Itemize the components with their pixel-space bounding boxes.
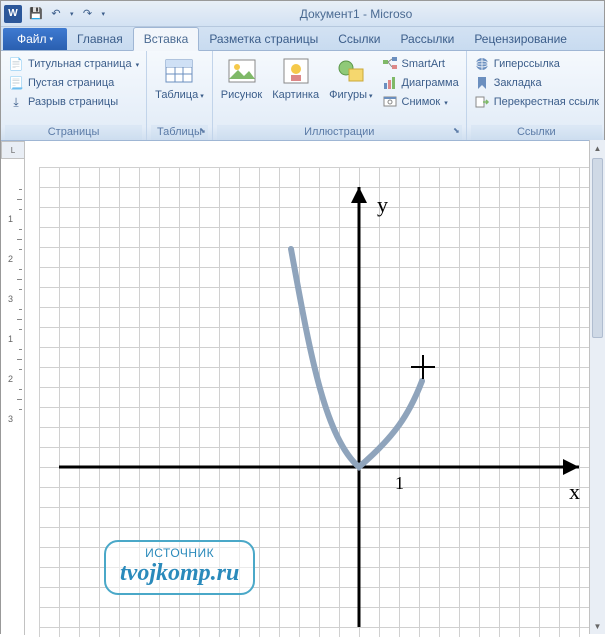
group-links: Гиперссылка Закладка Перекрестная ссылк … — [467, 51, 605, 140]
group-illustrations: Рисунок Картинка Фигуры SmartA — [213, 51, 467, 140]
word-app-icon: W — [4, 5, 22, 23]
group-pages-label: Страницы — [5, 125, 142, 140]
picture-icon — [226, 55, 258, 87]
blank-page-icon: 📃 — [8, 75, 24, 91]
chart-button[interactable]: Диаграмма — [379, 74, 462, 92]
group-pages: 📄 Титульная страница 📃 Пустая страница ⤓… — [1, 51, 147, 140]
quick-access-toolbar: 💾 ↶ ▾ ↷ ▾ — [27, 5, 108, 23]
shapes-button[interactable]: Фигуры — [325, 53, 376, 103]
tab-review[interactable]: Рецензирование — [464, 28, 577, 50]
page-break-label: Разрыв страницы — [28, 96, 118, 108]
group-tables-label: Таблицы — [151, 125, 208, 140]
blank-page-button[interactable]: 📃 Пустая страница — [5, 74, 142, 92]
qat-customize-dropdown[interactable]: ▾ — [99, 5, 109, 23]
bookmark-icon — [474, 75, 490, 91]
smartart-icon — [382, 56, 398, 72]
page-break-button[interactable]: ⤓ Разрыв страницы — [5, 93, 142, 111]
group-links-label: Ссылки — [471, 125, 602, 140]
title-bar: W 💾 ↶ ▾ ↷ ▾ Документ1 - Microso — [1, 1, 604, 27]
picture-label: Рисунок — [221, 89, 263, 101]
clipart-icon — [280, 55, 312, 87]
y-axis-label: y — [377, 192, 388, 217]
smartart-button[interactable]: SmartArt — [379, 55, 462, 73]
chart-icon — [382, 75, 398, 91]
scroll-up-icon[interactable]: ▲ — [590, 140, 605, 156]
chevron-down-icon — [200, 89, 204, 101]
crossref-icon — [474, 94, 490, 110]
hyperlink-button[interactable]: Гиперссылка — [471, 55, 602, 73]
scroll-down-icon[interactable]: ▼ — [590, 618, 605, 634]
shapes-label: Фигуры — [329, 89, 367, 101]
redo-icon[interactable]: ↷ — [79, 5, 97, 23]
chevron-down-icon — [369, 89, 373, 101]
tab-insert[interactable]: Вставка — [133, 27, 200, 51]
window-title: Документ1 - Microso — [108, 7, 604, 21]
crossref-label: Перекрестная ссылк — [494, 96, 599, 108]
vertical-ruler[interactable]: 123123 — [1, 159, 25, 635]
table-icon — [163, 55, 195, 87]
ribbon-tabs: Файл Главная Вставка Разметка страницы С… — [1, 27, 604, 51]
chart-label: Диаграмма — [402, 77, 459, 89]
screenshot-label: Снимок — [402, 96, 441, 108]
page-break-icon: ⤓ — [8, 94, 24, 110]
clipart-button[interactable]: Картинка — [268, 53, 323, 103]
clipart-label: Картинка — [272, 89, 319, 101]
chevron-down-icon — [444, 96, 448, 108]
tab-home[interactable]: Главная — [67, 28, 133, 50]
hyperlink-label: Гиперссылка — [494, 58, 560, 70]
hyperlink-icon — [474, 56, 490, 72]
cover-page-button[interactable]: 📄 Титульная страница — [5, 55, 142, 73]
cover-page-label: Титульная страница — [28, 58, 132, 70]
shapes-icon — [335, 55, 367, 87]
tab-references[interactable]: Ссылки — [328, 28, 390, 50]
watermark: ИСТОЧНИК tvojkomp.ru — [104, 540, 255, 595]
scroll-thumb[interactable] — [592, 158, 603, 338]
ribbon: 📄 Титульная страница 📃 Пустая страница ⤓… — [1, 51, 604, 141]
insertion-cursor-icon — [411, 355, 435, 379]
smartart-label: SmartArt — [402, 58, 445, 70]
watermark-top: ИСТОЧНИК — [120, 546, 239, 560]
ruler-corner[interactable]: L — [1, 141, 25, 159]
x-axis-label: x — [569, 479, 580, 504]
bookmark-button[interactable]: Закладка — [471, 74, 602, 92]
document-area[interactable]: y x 1 ИСТОЧНИК tvojkomp.ru — [25, 159, 604, 635]
crossref-button[interactable]: Перекрестная ссылк — [471, 93, 602, 111]
chevron-down-icon — [136, 58, 140, 70]
blank-page-label: Пустая страница — [28, 77, 114, 89]
x-tick-1: 1 — [395, 473, 404, 493]
page: y x 1 ИСТОЧНИК tvojkomp.ru — [39, 167, 599, 637]
cover-page-icon: 📄 — [8, 56, 24, 72]
save-icon[interactable]: 💾 — [27, 5, 45, 23]
curve-parabola — [291, 249, 422, 467]
picture-button[interactable]: Рисунок — [217, 53, 267, 103]
group-illustrations-label: Иллюстрации — [217, 125, 462, 140]
table-label: Таблица — [155, 89, 198, 101]
y-axis-arrow-icon — [351, 187, 367, 203]
undo-icon[interactable]: ↶ — [47, 5, 65, 23]
tab-file[interactable]: Файл — [3, 28, 67, 50]
table-button[interactable]: Таблица — [151, 53, 208, 103]
vertical-scrollbar[interactable]: ▲ ▼ — [589, 140, 605, 634]
watermark-main: tvojkomp.ru — [120, 560, 239, 587]
tab-mailings[interactable]: Рассылки — [390, 28, 464, 50]
undo-dropdown[interactable]: ▾ — [67, 5, 77, 23]
bookmark-label: Закладка — [494, 77, 542, 89]
screenshot-button[interactable]: Снимок — [379, 93, 462, 111]
group-tables: Таблица Таблицы — [147, 51, 213, 140]
screenshot-icon — [382, 94, 398, 110]
tab-layout[interactable]: Разметка страницы — [199, 28, 328, 50]
x-axis-arrow-icon — [563, 459, 579, 475]
